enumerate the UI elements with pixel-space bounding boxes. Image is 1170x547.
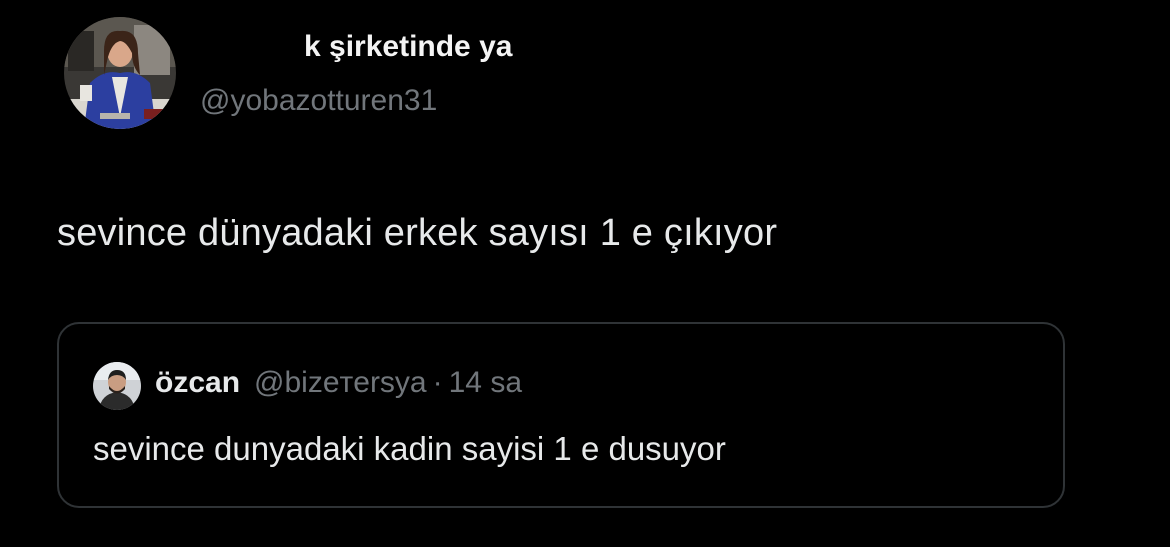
tweet-text: sevince dünyadaki erkek sayısı 1 e çıkıy… — [57, 212, 778, 254]
quoted-author-display-name[interactable]: özcan — [155, 366, 240, 400]
author-handle[interactable]: @yobazotturen31 — [200, 84, 437, 118]
quoted-tweet-timestamp[interactable]: 14 sa — [449, 366, 522, 400]
quoted-tweet-card[interactable]: özcan @bizeтersya · 14 sa sevince dunyad… — [57, 322, 1065, 508]
author-display-name[interactable]: k şirketinde ya — [304, 30, 512, 64]
tweet[interactable]: k şirketinde ya @yobazotturen31 sevince … — [0, 0, 1170, 547]
profile-photo-icon — [64, 17, 176, 129]
quoted-tweet-text: sevince dunyadaki kadin sayisi 1 e dusuy… — [93, 430, 726, 467]
quoted-author-handle[interactable]: @bizeтersya — [254, 366, 427, 400]
author-avatar[interactable] — [64, 17, 176, 129]
separator-dot: · — [432, 366, 443, 399]
quoted-tweet-header: özcan @bizeтersya · 14 sa — [155, 366, 522, 400]
quoted-author-avatar[interactable] — [93, 362, 141, 410]
profile-photo-icon — [93, 362, 141, 410]
